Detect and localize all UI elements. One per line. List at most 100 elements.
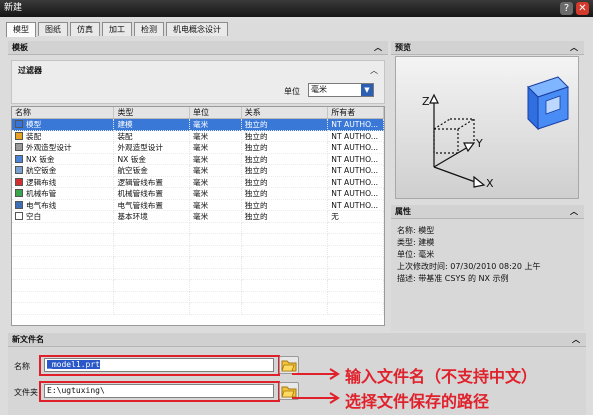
close-icon[interactable]: ✕: [576, 2, 589, 15]
table-row[interactable]: 航空钣金 航空钣金 毫米 独立的 NT AUTHO...: [12, 165, 384, 177]
column-header-unit[interactable]: 单位: [190, 107, 242, 118]
csys-axes-icon: Z X Y: [422, 93, 494, 190]
window-title: 新建: [4, 3, 23, 13]
table-cell: 毫米: [190, 119, 242, 131]
table-cell: 独立的: [241, 199, 329, 211]
column-header-owner[interactable]: 所有者: [328, 107, 384, 118]
table-cell: 机械管线布置: [114, 188, 191, 200]
table-cell: 航空钣金: [12, 165, 115, 177]
table-row[interactable]: NX 钣金 NX 钣金 毫米 独立的 NT AUTHO...: [12, 153, 384, 165]
collapse-icon[interactable]: ︿: [374, 41, 382, 54]
table-cell: [241, 257, 329, 269]
cell-text: 电气管线布置: [117, 200, 163, 210]
new-file-header[interactable]: 新文件名 ︿: [8, 333, 586, 347]
tab-model[interactable]: 模型: [6, 22, 36, 37]
collapse-icon[interactable]: ︿: [570, 205, 578, 218]
piping-icon: [15, 189, 23, 197]
property-modified: 上次修改时间: 07/30/2010 08:20 上午: [397, 262, 541, 271]
templates-header[interactable]: 模板 ︿: [8, 41, 388, 55]
table-cell: 装配: [12, 130, 115, 142]
table-row[interactable]: 逻辑布线 逻辑管线布置 毫米 独立的 NT AUTHO...: [12, 176, 384, 188]
table-cell: [190, 222, 242, 234]
table-cell: 空白: [12, 211, 115, 223]
table-cell: [12, 291, 115, 303]
table-cell: [190, 245, 242, 257]
table-cell: [114, 280, 191, 292]
table-row[interactable]: 电气布线 电气管线布置 毫米 独立的 NT AUTHO...: [12, 199, 384, 211]
table-cell: [190, 291, 242, 303]
highlight-box: [39, 381, 280, 402]
table-row[interactable]: 外观造型设计 外观造型设计 毫米 独立的 NT AUTHO...: [12, 142, 384, 154]
column-header-type[interactable]: 类型: [114, 107, 191, 118]
highlight-box: [39, 355, 280, 376]
table-cell: [114, 268, 191, 280]
empty-row: [12, 257, 384, 269]
help-icon[interactable]: ?: [560, 2, 573, 15]
table-cell: [114, 234, 191, 246]
collapse-icon[interactable]: ︿: [572, 333, 580, 346]
column-header-name[interactable]: 名称: [12, 107, 115, 118]
properties-header-label: 属性: [395, 207, 411, 216]
table-cell: [190, 268, 242, 280]
collapse-icon[interactable]: ︿: [370, 65, 378, 76]
table-row[interactable]: 装配 装配 毫米 独立的 NT AUTHO...: [12, 130, 384, 142]
tab-mechatronics[interactable]: 机电概念设计: [166, 22, 228, 36]
table-cell: 航空钣金: [114, 165, 191, 177]
table-cell: [114, 291, 191, 303]
table-cell: 毫米: [190, 142, 242, 154]
empty-row: [12, 291, 384, 303]
cell-text: NT AUTHO...: [331, 120, 379, 129]
table-row[interactable]: 模型 建模 毫米 独立的 NT AUTHO...: [12, 119, 384, 131]
table-cell: [12, 303, 115, 315]
cell-text: 独立的: [244, 189, 268, 198]
properties-header[interactable]: 属性 ︿: [391, 205, 584, 219]
table-cell: 毫米: [190, 130, 242, 142]
table-cell: [241, 303, 329, 315]
unit-dropdown[interactable]: 毫米 ▼: [308, 83, 374, 97]
cell-text: 模型: [26, 120, 42, 129]
table-cell: 基本环境: [114, 211, 191, 223]
empty-row: [12, 280, 384, 292]
table-cell: [241, 234, 329, 246]
chevron-down-icon[interactable]: ▼: [361, 84, 373, 96]
aero-sheet-metal-icon: [15, 166, 23, 174]
tab-simulation[interactable]: 仿真: [70, 22, 100, 36]
table-cell: [328, 303, 384, 315]
cell-text: 毫米: [193, 189, 209, 198]
table-cell: [328, 280, 384, 292]
cell-text: 外观造型设计: [117, 143, 163, 152]
table-cell: 逻辑布线: [12, 176, 115, 188]
column-header-relation[interactable]: 关系: [242, 107, 329, 118]
table-cell: 独立的: [241, 153, 329, 165]
table-cell: 建模: [114, 119, 191, 131]
blank-icon: [15, 212, 23, 220]
tab-inspection[interactable]: 检测: [134, 22, 164, 36]
preview-header[interactable]: 预览 ︿: [391, 41, 584, 55]
table-cell: [12, 268, 115, 280]
cell-text: NT AUTHO...: [331, 166, 379, 175]
cell-text: 毫米: [193, 212, 209, 221]
sheet-metal-icon: [15, 154, 23, 163]
table-cell: NX 钣金: [114, 153, 191, 165]
cell-text: 独立的: [244, 177, 268, 187]
table-cell: 独立的: [241, 188, 329, 200]
table-cell: NT AUTHO...: [328, 142, 384, 154]
cell-text: NX 钣金: [117, 154, 146, 164]
cell-text: NX 钣金: [26, 154, 55, 164]
tab-manufacturing[interactable]: 加工: [102, 22, 132, 36]
table-cell: 模型: [12, 119, 115, 131]
table-row[interactable]: 机械布管 机械管线布置 毫米 独立的 NT AUTHO...: [12, 188, 384, 200]
table-cell: 无: [328, 211, 384, 223]
table-cell: 电气布线: [12, 199, 115, 211]
table-cell: [328, 268, 384, 280]
cell-text: 毫米: [193, 177, 209, 187]
tab-drawing[interactable]: 图纸: [38, 22, 68, 36]
collapse-icon[interactable]: ︿: [570, 41, 578, 54]
empty-row: [12, 222, 384, 234]
table-cell: [190, 280, 242, 292]
annotation-folder-hint: 选择文件保存的路径: [345, 392, 490, 411]
table-row[interactable]: 空白 基本环境 毫米 独立的 无: [12, 211, 384, 223]
table-cell: [328, 222, 384, 234]
table-cell: [114, 245, 191, 257]
table-cell: [12, 257, 115, 269]
